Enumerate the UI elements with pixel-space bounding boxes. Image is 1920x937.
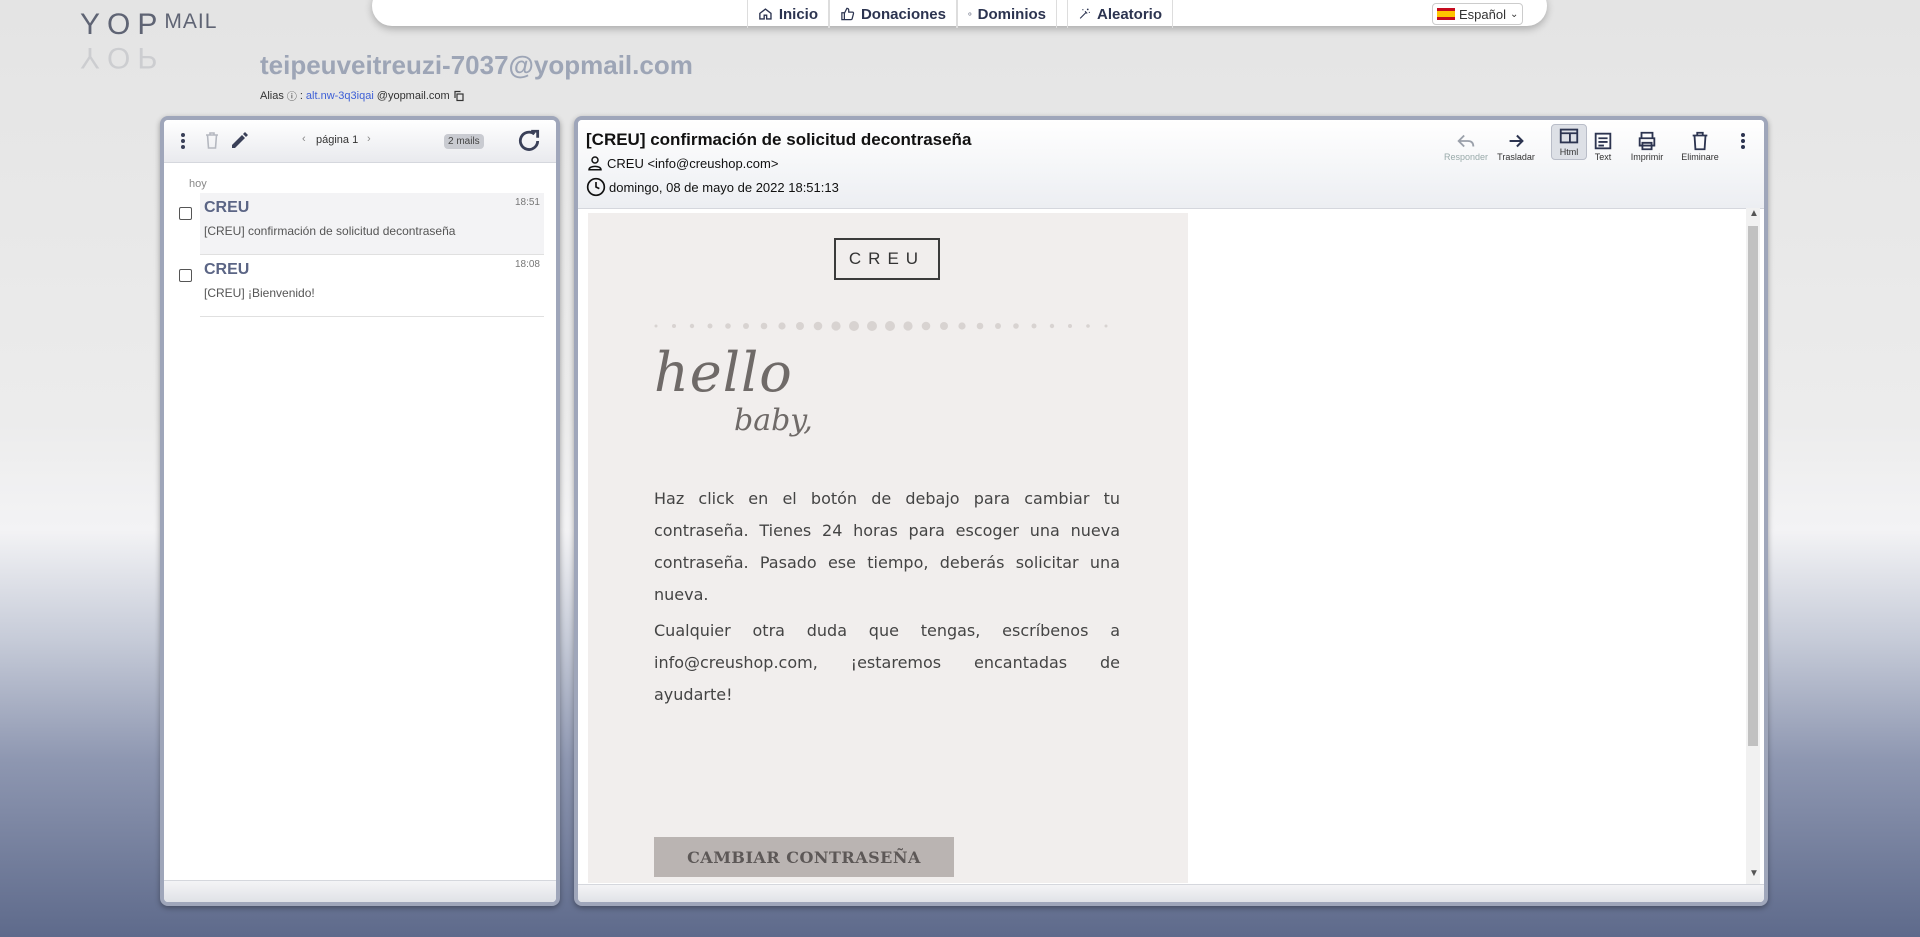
mail-subject: [CREU] confirmación de solicitud decontr…	[204, 224, 456, 238]
nav-inicio[interactable]: Inicio	[747, 0, 829, 28]
globe-icon	[968, 12, 972, 16]
compose-pencil-icon[interactable]	[230, 130, 250, 150]
next-page-icon[interactable]: ›	[367, 133, 371, 145]
info-icon[interactable]: ⓘ	[287, 88, 297, 103]
nav-aleatorio[interactable]: Aleatorio	[1067, 0, 1173, 28]
html-view-icon	[1559, 128, 1579, 144]
reply-button[interactable]: Responder	[1442, 130, 1490, 162]
html-view-button[interactable]: Html	[1551, 124, 1587, 160]
language-select[interactable]: Español ⌄	[1432, 3, 1524, 25]
alias-label: Alias	[260, 89, 284, 102]
trash-icon[interactable]	[204, 131, 220, 149]
message-from-row: CREU <info@creushop.com>	[586, 154, 778, 172]
mail-list-item[interactable]: CREU [CREU] ¡Bienvenido! 18:08	[200, 255, 544, 317]
nav-dominios[interactable]: Dominios	[957, 0, 1057, 28]
mail-checkbox[interactable]	[179, 207, 192, 220]
inbox-address: teipeuveitreuzi-7037@yopmail.com	[260, 50, 693, 80]
prev-page-icon[interactable]: ‹	[302, 133, 306, 145]
alias-row: Alias ⓘ: alt.nw-3q3iqai @yopmail.com	[260, 88, 465, 103]
email-body: CREU hello baby, Haz click en el botón d…	[588, 213, 1188, 883]
message-date: domingo, 08 de mayo de 2022 18:51:13	[609, 179, 839, 195]
reply-label: Responder	[1443, 152, 1489, 162]
message-date-row: domingo, 08 de mayo de 2022 18:51:13	[586, 177, 839, 197]
refresh-icon[interactable]	[516, 128, 542, 154]
spain-flag-icon	[1437, 8, 1455, 20]
hello-script: hello	[654, 341, 793, 404]
thumbs-up-icon	[841, 7, 855, 21]
alias-domain: @yopmail.com	[376, 89, 450, 102]
mail-count-badge: 2 mails	[444, 134, 484, 149]
nav-dominios-label: Dominios	[977, 5, 1046, 23]
more-vertical-icon[interactable]	[180, 132, 186, 150]
forward-button[interactable]: Trasladar	[1492, 130, 1540, 162]
logo-text-mail: MAIL	[164, 10, 218, 33]
forward-label: Trasladar	[1497, 152, 1535, 162]
nav-aleatorio-label: Aleatorio	[1096, 5, 1162, 23]
mail-time: 18:51	[514, 197, 540, 208]
day-group-label: hoy	[189, 178, 207, 190]
print-label: Imprimir	[1630, 152, 1664, 162]
email-paragraph-1: Haz click en el botón de debajo para cam…	[654, 489, 1120, 604]
text-view-icon	[1594, 132, 1612, 150]
email-paragraph-2: Cualquier otra duda que tengas, escríben…	[654, 621, 1120, 704]
message-header: [CREU] confirmación de solicitud decontr…	[578, 120, 1764, 209]
reply-icon	[1457, 134, 1475, 148]
more-vertical-icon[interactable]	[1740, 132, 1746, 150]
brand-logo-box: CREU	[834, 238, 940, 280]
html-view-label: Html	[1559, 147, 1579, 157]
list-toolbar: ‹ página 1 › 2 mails	[164, 120, 556, 163]
list-footer	[164, 880, 556, 902]
mail-checkbox[interactable]	[179, 269, 192, 282]
magic-wand-icon	[1079, 8, 1090, 19]
mail-time: 18:08	[514, 259, 540, 270]
page-indicator: página 1	[316, 134, 359, 146]
chevron-down-icon: ⌄	[1509, 8, 1519, 20]
logo-reflection: YOP	[80, 40, 164, 74]
print-button[interactable]: Imprimir	[1623, 130, 1671, 162]
logo-text-main: YOP	[80, 8, 165, 41]
baby-script: baby,	[734, 403, 813, 438]
logo-reflection-text: YOP	[80, 41, 165, 74]
forward-arrow-icon	[1509, 134, 1524, 148]
mail-sender: CREU	[204, 199, 250, 216]
text-view-label: Text	[1594, 152, 1612, 162]
message-panel: [CREU] confirmación de solicitud decontr…	[574, 116, 1768, 906]
copy-icon[interactable]	[453, 90, 465, 102]
nav-inicio-label: Inicio	[778, 5, 818, 23]
delete-button[interactable]: Eliminare	[1676, 130, 1724, 162]
mail-sender: CREU	[204, 261, 250, 278]
text-view-button[interactable]: Text	[1585, 130, 1621, 162]
nav-donaciones-label: Donaciones	[860, 5, 946, 23]
language-label: Español	[1459, 6, 1506, 22]
trash-icon	[1692, 131, 1708, 151]
scrollbar-thumb[interactable]	[1748, 226, 1758, 746]
yopmail-logo[interactable]: YOPMAIL	[80, 8, 217, 42]
decorative-dots	[654, 321, 1108, 331]
alias-local-part[interactable]: alt.nw-3q3iqai	[306, 90, 374, 102]
person-icon	[588, 156, 602, 171]
inbox-list-panel: ‹ página 1 › 2 mails hoy CREU [CREU] con…	[160, 116, 560, 906]
message-footer	[578, 884, 1764, 902]
scroll-up-icon[interactable]: ▲	[1749, 208, 1759, 219]
delete-label: Eliminare	[1681, 152, 1719, 162]
clock-icon	[586, 177, 606, 197]
home-icon	[759, 8, 772, 20]
mail-subject: [CREU] ¡Bienvenido!	[204, 286, 315, 300]
change-password-button[interactable]: CAMBIAR CONTRASEÑA	[654, 837, 954, 877]
nav-donaciones[interactable]: Donaciones	[829, 0, 957, 28]
printer-icon	[1638, 131, 1656, 151]
mail-list-item[interactable]: CREU [CREU] confirmación de solicitud de…	[200, 193, 544, 255]
message-from: CREU <info@creushop.com>	[607, 155, 779, 171]
message-subject: [CREU] confirmación de solicitud decontr…	[586, 130, 972, 149]
scroll-down-icon[interactable]: ▼	[1749, 868, 1759, 879]
